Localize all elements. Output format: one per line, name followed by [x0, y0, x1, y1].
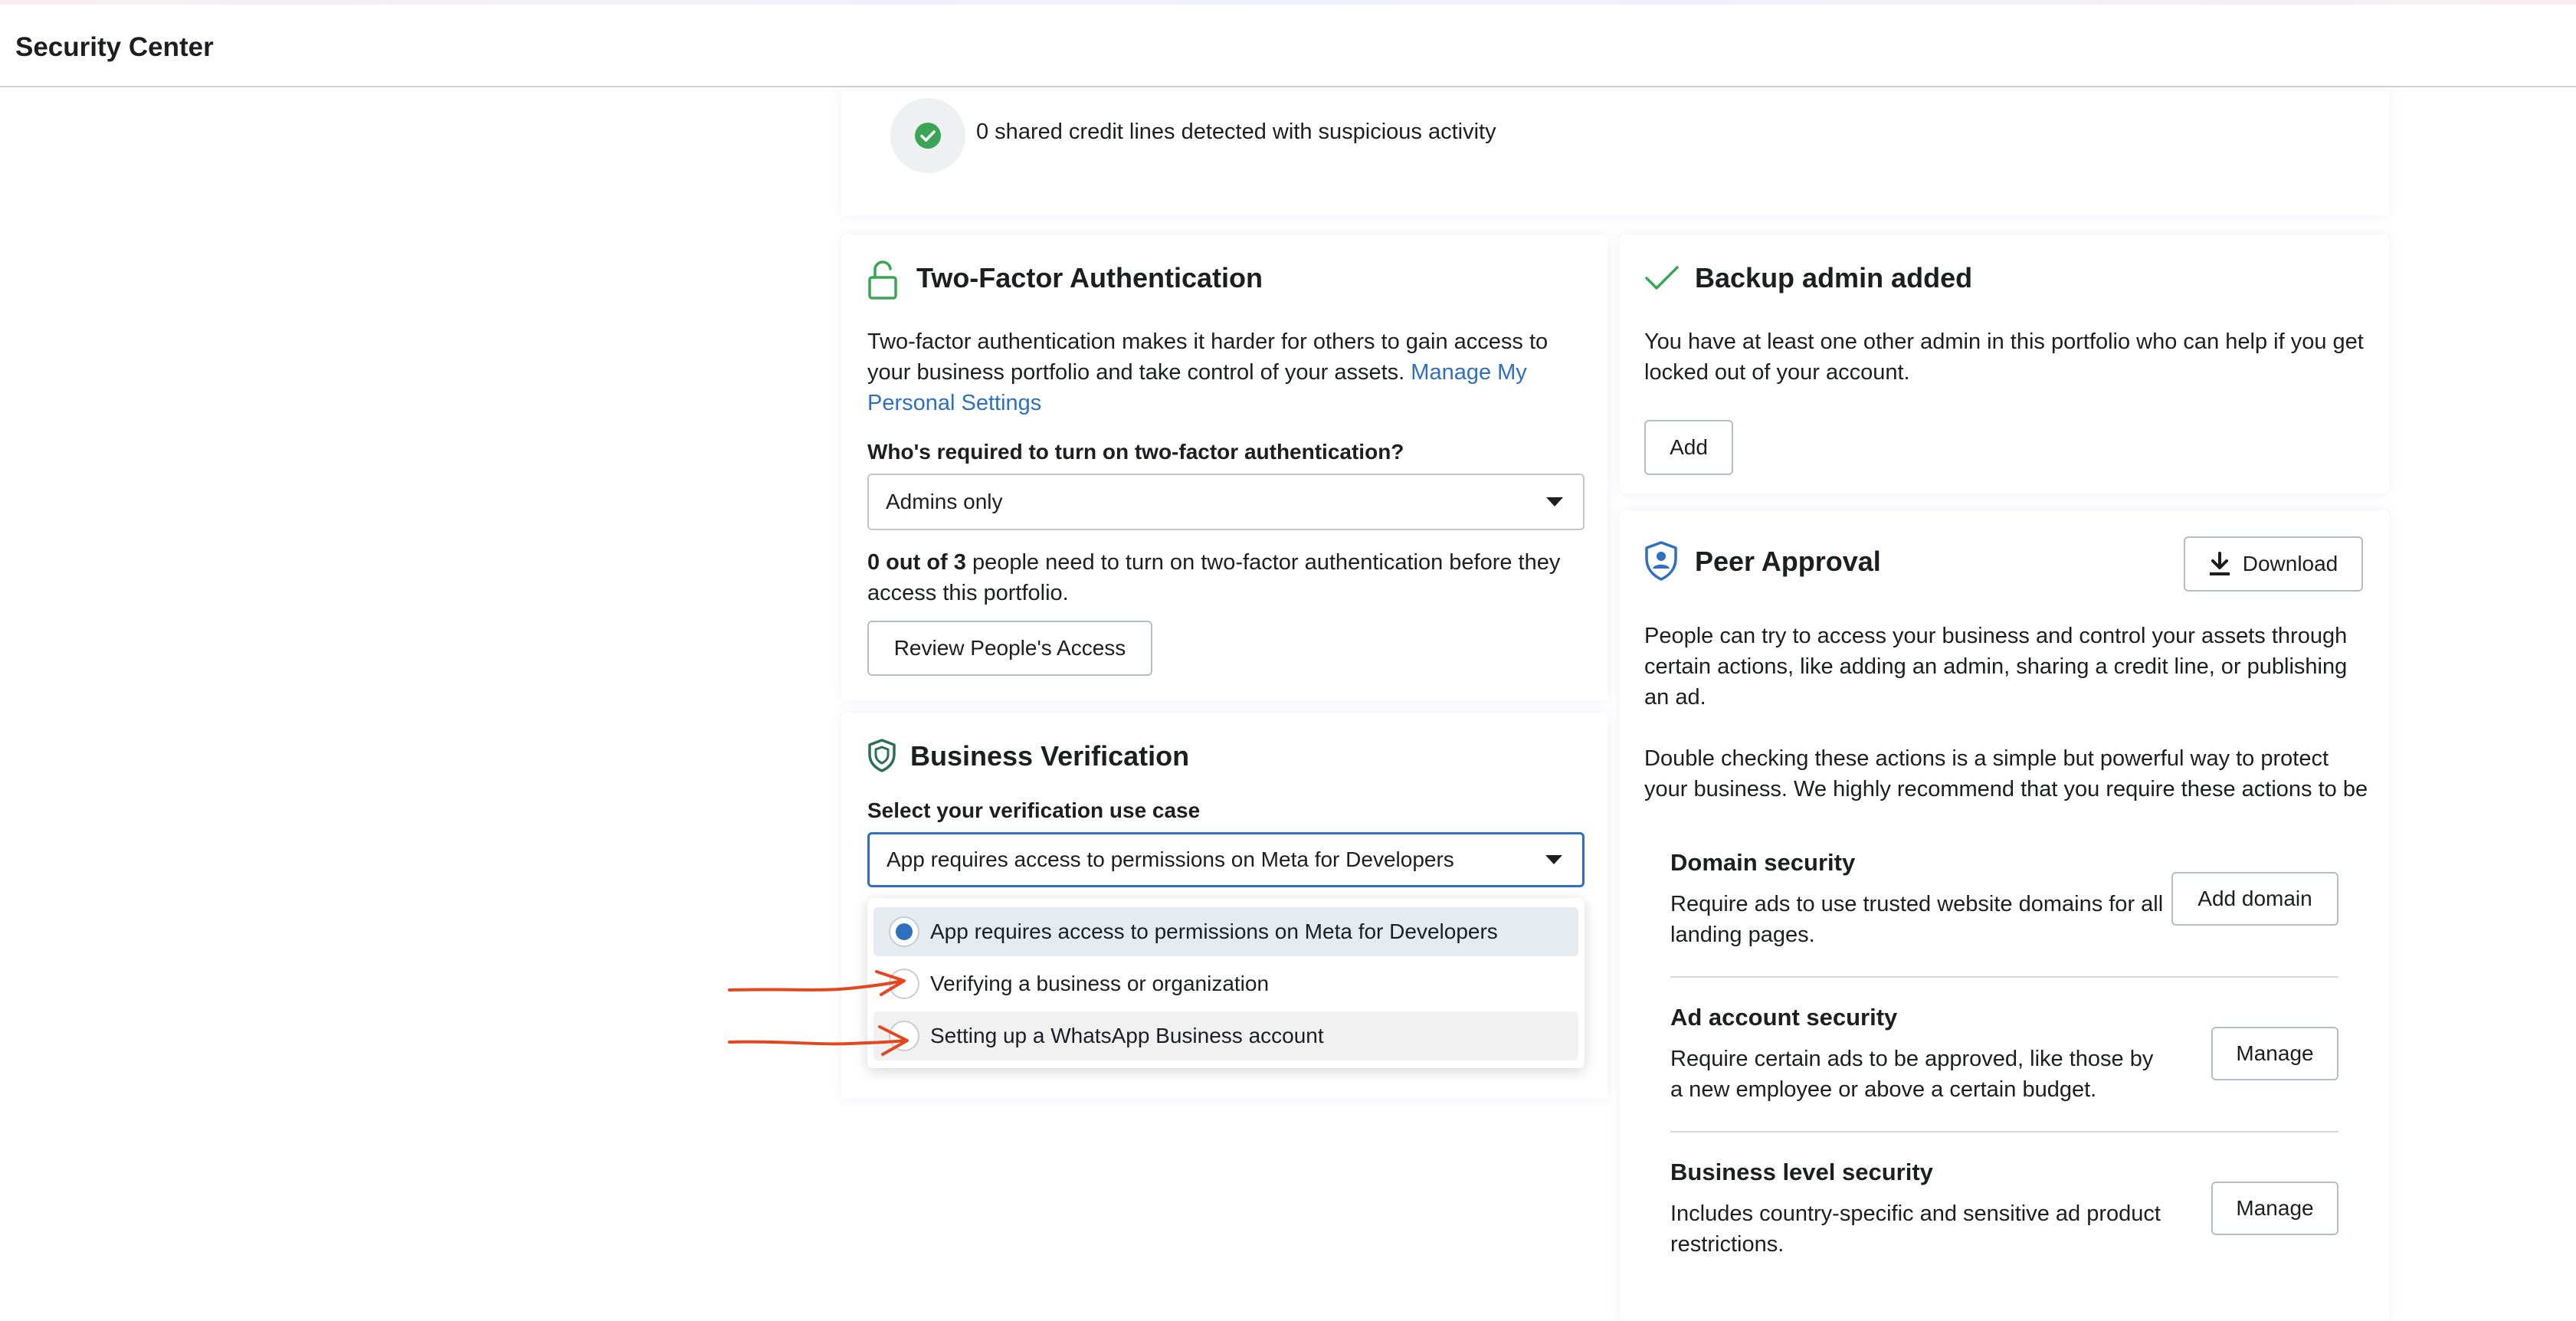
credit-lines-card: 0 shared credit lines detected with susp… — [841, 90, 2389, 216]
two-factor-card: Two-Factor Authentication Two-factor aut… — [841, 234, 1608, 700]
backup-admin-description: You have at least one other admin in thi… — [1644, 329, 2364, 385]
manage-ad-account-security-button[interactable]: Manage — [2211, 1027, 2338, 1080]
add-admin-button[interactable]: Add — [1644, 420, 1733, 475]
domain-security-title: Domain security — [1670, 849, 1856, 876]
option-verifying-business[interactable]: Verifying a business or organization — [873, 959, 1578, 1008]
verification-use-case-label: Select your verification use case — [867, 798, 1201, 822]
two-factor-count-rest: people need to turn on two-factor authen… — [867, 550, 1561, 605]
download-button[interactable]: Download — [2184, 536, 2363, 592]
two-factor-description: Two-factor authentication makes it harde… — [867, 326, 1588, 418]
unlock-icon — [868, 261, 897, 300]
two-factor-required-select[interactable]: Admins only — [867, 474, 1585, 530]
option-whatsapp-business[interactable]: Setting up a WhatsApp Business account — [873, 1011, 1578, 1060]
business-level-security-description: Includes country-specific and sensitive … — [1670, 1201, 2161, 1257]
two-factor-question: Who's required to turn on two-factor aut… — [867, 440, 1404, 464]
top-bar: Security Center — [0, 5, 2576, 87]
shield-icon — [868, 739, 896, 772]
red-arrow-annotation — [728, 970, 906, 996]
shield-user-icon — [1645, 541, 1677, 581]
ad-account-security-description: Require certain ads to be approved, like… — [1670, 1047, 2154, 1102]
ad-account-security-title: Ad account security — [1670, 1004, 1898, 1031]
check-circle-icon-wrap — [890, 98, 965, 173]
checkmark-icon — [1645, 266, 1679, 290]
caret-down-icon — [1546, 497, 1563, 506]
peer-approval-paragraph-2: Double checking these actions is a simpl… — [1644, 746, 2368, 801]
verification-use-case-select[interactable]: App requires access to permissions on Me… — [867, 832, 1585, 887]
option-label: Verifying a business or organization — [930, 972, 1270, 995]
peer-approval-paragraph-1: People can try to access your business a… — [1644, 624, 2348, 710]
caret-down-icon — [1545, 855, 1562, 864]
option-meta-for-developers[interactable]: App requires access to permissions on Me… — [873, 907, 1578, 956]
peer-approval-title: Peer Approval — [1695, 546, 1881, 577]
two-factor-title: Two-Factor Authentication — [916, 262, 1263, 293]
option-label: App requires access to permissions on Me… — [930, 919, 1498, 943]
verification-select-value: App requires access to permissions on Me… — [887, 847, 1454, 871]
check-circle-icon — [915, 123, 941, 149]
divider — [1670, 1131, 2338, 1133]
download-button-label: Download — [2242, 552, 2338, 575]
add-domain-button[interactable]: Add domain — [2171, 872, 2338, 926]
divider — [1670, 976, 2338, 978]
two-factor-select-value: Admins only — [886, 490, 1003, 513]
review-peoples-access-button[interactable]: Review People's Access — [867, 621, 1152, 676]
option-label: Setting up a WhatsApp Business account — [930, 1024, 1324, 1047]
peer-approval-items: Domain security Require ads to use trust… — [1644, 821, 2361, 1286]
backup-admin-title: Backup admin added — [1695, 262, 1973, 293]
backup-admin-card: Backup admin added You have at least one… — [1620, 234, 2389, 493]
two-factor-count-text: 0 out of 3 people need to turn on two-fa… — [867, 547, 1588, 608]
credit-lines-status: 0 shared credit lines detected with susp… — [976, 120, 1496, 144]
page-title: Security Center — [15, 32, 214, 62]
business-verification-title: Business Verification — [910, 740, 1190, 772]
download-icon — [2209, 552, 2230, 575]
domain-security-description: Require ads to use trusted website domai… — [1670, 892, 2164, 947]
two-factor-count-bold: 0 out of 3 — [867, 550, 966, 575]
manage-business-level-security-button[interactable]: Manage — [2211, 1182, 2338, 1235]
verification-options-dropdown: App requires access to permissions on Me… — [867, 898, 1585, 1068]
business-level-security-title: Business level security — [1670, 1159, 1933, 1185]
red-arrow-annotation — [728, 1025, 909, 1056]
radio-selected-icon[interactable] — [889, 916, 919, 947]
